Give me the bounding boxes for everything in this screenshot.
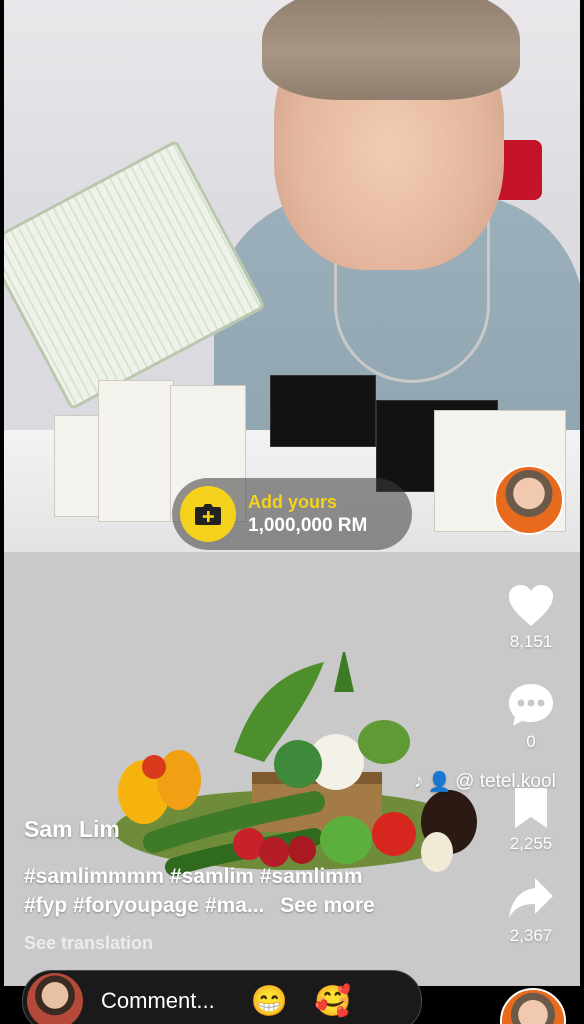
caption[interactable]: #samlimmmm #samlim #samlimm #fyp #foryou… [24, 862, 484, 920]
grin-emoji-button[interactable]: 😁 [251, 984, 288, 1019]
video-screen: Add yours 1,000,000 RM 8,151 0 2,255 2,3… [0, 0, 584, 1024]
comment-input[interactable]: Comment... 😁 🥰 [22, 970, 422, 1024]
handle-text: @ tetel.kool [455, 771, 556, 792]
share-action[interactable]: 2,367 [490, 876, 572, 946]
see-more-link[interactable]: See more [280, 894, 375, 917]
like-action[interactable]: 8,151 [490, 584, 572, 652]
comment-bubble-icon[interactable] [507, 682, 555, 728]
product-box [270, 375, 376, 447]
vegetable-basket-image [114, 652, 477, 876]
heart-icon[interactable] [507, 584, 555, 628]
share-arrow-icon[interactable] [507, 876, 555, 922]
comment-placeholder: Comment... [101, 988, 215, 1013]
caption-line-2: #fyp #foryoupage #ma... [24, 894, 265, 917]
share-count: 2,367 [509, 926, 553, 945]
product-box [98, 380, 174, 522]
creator-avatar[interactable] [494, 465, 564, 535]
person-hair [262, 0, 520, 100]
like-count: 8,151 [509, 632, 553, 651]
caption-line-1: #samlimmmm #samlim #samlimm [24, 865, 363, 888]
add-yours-sticker[interactable]: Add yours 1,000,000 RM [172, 478, 412, 550]
tiktok-icon: ♪ [414, 771, 424, 792]
hearts-emoji-button[interactable]: 🥰 [314, 984, 351, 1019]
camera-plus-icon [180, 486, 236, 542]
comment-action[interactable]: 0 [490, 682, 572, 752]
action-rail [488, 465, 570, 535]
save-count: 2,255 [509, 834, 553, 853]
see-translation-link[interactable]: See translation [24, 933, 153, 954]
save-action[interactable]: 2,255 [490, 786, 572, 854]
comment-count: 0 [526, 732, 536, 751]
product-box [54, 415, 102, 517]
people-icon: 👤 [427, 772, 452, 793]
user-avatar [27, 973, 83, 1024]
add-yours-subtitle: 1,000,000 RM [248, 514, 368, 536]
add-yours-title: Add yours [248, 491, 338, 512]
creator-handle[interactable]: ♪ 👤 @ tetel.kool [414, 770, 556, 794]
author-name[interactable]: Sam Lim [24, 816, 120, 843]
